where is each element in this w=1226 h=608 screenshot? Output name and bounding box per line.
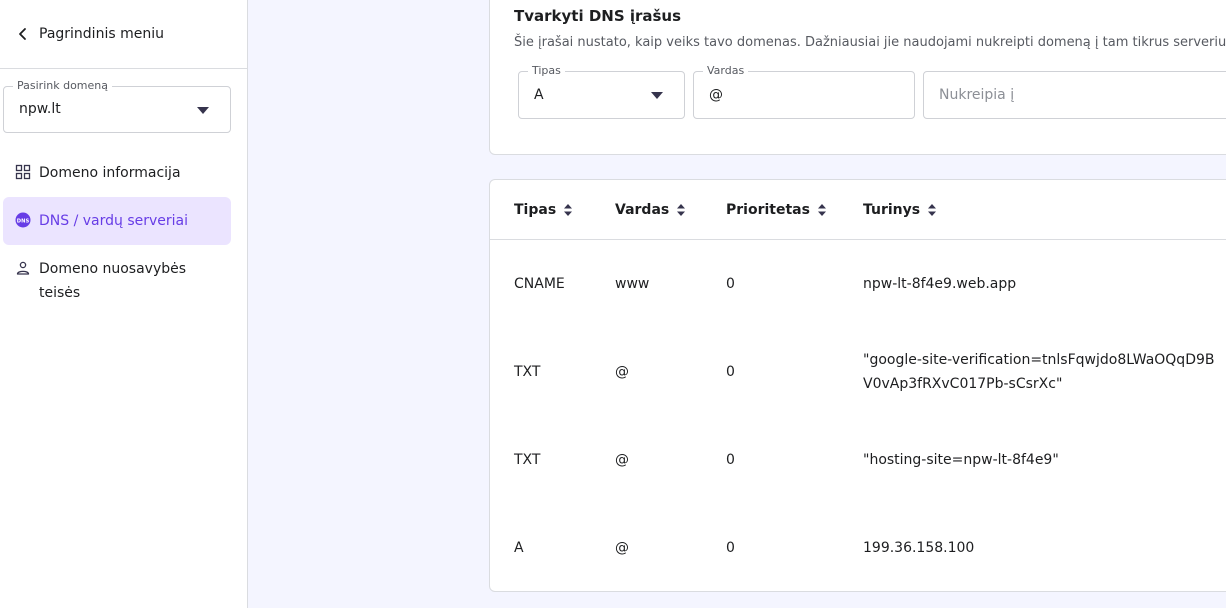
sidebar-item-label: Domeno nuosavybės teisės: [39, 261, 187, 301]
column-header-priority[interactable]: Prioritetas: [726, 202, 826, 218]
record-type-select[interactable]: Tipas A: [518, 64, 685, 119]
cell-type: CNAME: [514, 276, 565, 292]
cell-name: @: [615, 452, 629, 468]
cell-name: @: [615, 364, 629, 380]
person-icon: [16, 261, 30, 275]
column-header-type[interactable]: Tipas: [514, 202, 573, 218]
sidebar: Pagrindinis meniu Pasirink domeną npw.lt…: [0, 0, 248, 608]
cell-content: npw-lt-8f4e9.web.app: [863, 276, 1017, 292]
sort-icon: [677, 204, 686, 216]
cell-priority: 0: [726, 276, 735, 292]
column-label: Tipas: [514, 202, 557, 218]
back-label: Pagrindinis meniu: [39, 26, 164, 42]
column-label: Prioritetas: [726, 202, 810, 218]
table-row: A @ 0 199.36.158.100: [490, 504, 1226, 592]
sort-icon: [928, 204, 937, 216]
cell-type: TXT: [514, 452, 541, 468]
record-type-value: A: [534, 87, 544, 103]
cell-type: TXT: [514, 364, 541, 380]
cell-content: "google-site-verification=tnlsFqwjdo8LWa…: [863, 352, 1215, 392]
cell-content: "hosting-site=npw-lt-8f4e9": [863, 452, 1059, 468]
column-label: Vardas: [615, 202, 670, 218]
caret-down-icon: [651, 92, 663, 99]
sidebar-item-label: Domeno informacija: [39, 165, 181, 181]
sidebar-item-label: DNS / vardų serveriai: [39, 213, 189, 229]
dns-icon: DNS: [15, 212, 31, 228]
cell-priority: 0: [726, 540, 735, 556]
cell-type: A: [514, 540, 524, 556]
manage-dns-card: Tvarkyti DNS įrašus Šie įrašai nustato, …: [489, 0, 1226, 155]
record-name-value: @: [709, 87, 723, 103]
record-name-label: Vardas: [703, 64, 749, 78]
record-target-input[interactable]: Nukreipia į: [923, 71, 1226, 119]
app-root: Pagrindinis meniu Pasirink domeną npw.lt…: [0, 0, 1226, 608]
domain-select-value: npw.lt: [19, 101, 61, 117]
domain-select-label: Pasirink domeną: [13, 79, 112, 93]
column-header-name[interactable]: Vardas: [615, 202, 686, 218]
cell-priority: 0: [726, 452, 735, 468]
column-header-content[interactable]: Turinys: [863, 202, 937, 218]
record-name-input[interactable]: Vardas @: [693, 64, 915, 119]
svg-text:DNS: DNS: [17, 218, 30, 224]
domain-select[interactable]: Pasirink domeną npw.lt: [3, 79, 231, 133]
record-type-label: Tipas: [528, 64, 565, 78]
dashboard-grid-icon: [15, 164, 31, 180]
sort-icon: [817, 204, 826, 216]
cell-priority: 0: [726, 364, 735, 380]
record-target-placeholder: Nukreipia į: [939, 87, 1015, 103]
cell-content: 199.36.158.100: [863, 540, 975, 556]
column-label: Turinys: [863, 202, 921, 218]
cell-name: www: [615, 276, 650, 292]
page-title: Tvarkyti DNS įrašus: [514, 7, 682, 25]
sidebar-item-dns[interactable]: DNS DNS / vardų serveriai: [3, 197, 231, 245]
table-row: TXT @ 0 "hosting-site=npw-lt-8f4e9": [490, 416, 1226, 504]
sort-icon: [564, 204, 573, 216]
chevron-left-icon: [19, 28, 26, 40]
cell-name: @: [615, 540, 629, 556]
dns-records-table: Tipas Vardas Prioritetas Turinys CNAME w…: [489, 179, 1226, 592]
table-row: CNAME www 0 npw-lt-8f4e9.web.app: [490, 240, 1226, 328]
table-header: Tipas Vardas Prioritetas Turinys: [490, 180, 1226, 240]
dns-description: Šie įrašai nustato, kaip veiks tavo dome…: [514, 35, 1226, 50]
back-to-main-menu-button[interactable]: Pagrindinis meniu: [0, 0, 247, 69]
table-row: TXT @ 0 "google-site-verification=tnlsFq…: [490, 328, 1226, 416]
sidebar-item-ownership[interactable]: Domeno nuosavybės teisės: [3, 245, 231, 317]
sidebar-item-domain-info[interactable]: Domeno informacija: [3, 149, 231, 197]
caret-down-icon: [197, 107, 209, 114]
